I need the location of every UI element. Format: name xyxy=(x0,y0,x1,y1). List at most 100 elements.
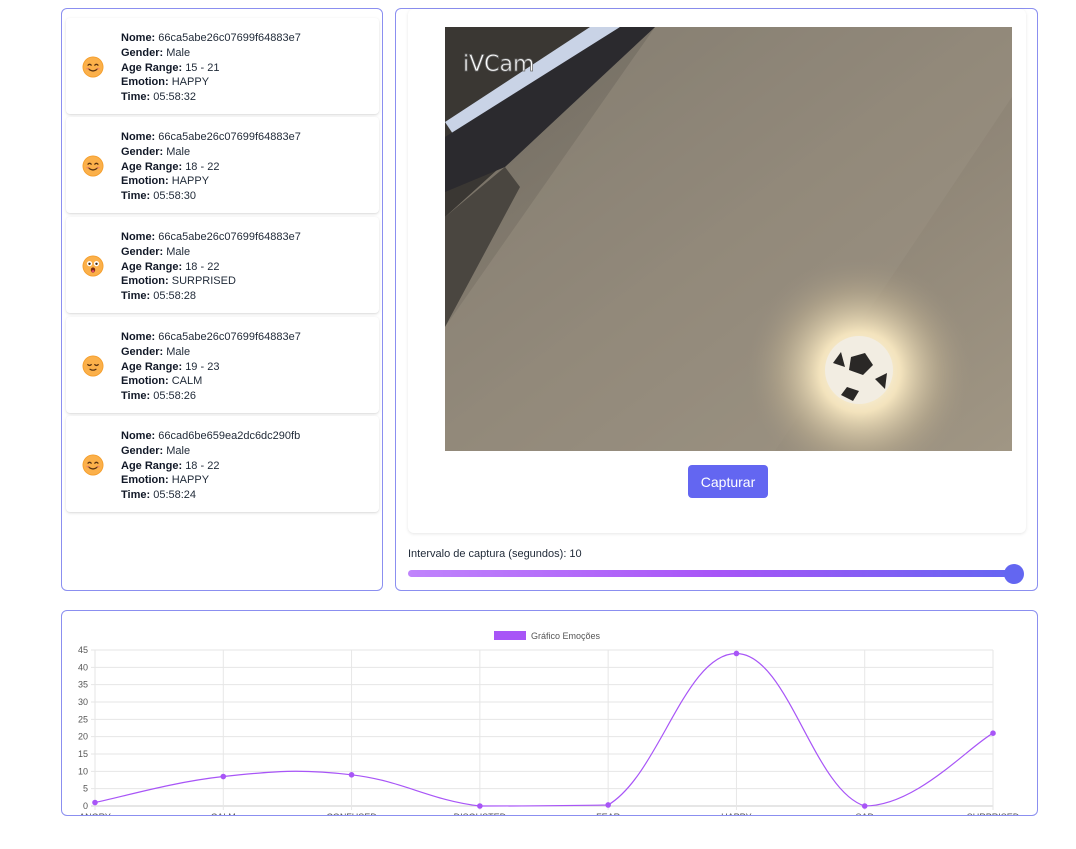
x-tick-label: CONFUSED xyxy=(326,812,377,815)
detection-emotion-label: Emotion: xyxy=(121,275,169,288)
detection-emotion-line: Emotion: CALM xyxy=(121,374,301,389)
y-tick-label: 35 xyxy=(78,680,88,690)
x-tick-label: DISGUSTED xyxy=(454,812,507,815)
detection-emotion-label: Emotion: xyxy=(121,175,169,188)
detection-emotion-line: Emotion: HAPPY xyxy=(121,75,301,90)
detection-age-range-line: Age Range: 19 - 23 xyxy=(121,360,301,375)
detection-emotion-value: HAPPY xyxy=(171,175,210,188)
data-point[interactable] xyxy=(861,803,868,809)
smiling-face-icon xyxy=(82,155,104,177)
detection-time-label: Time: xyxy=(121,91,151,104)
detection-gender-value: Male xyxy=(166,345,191,358)
detection-gender-line: Gender: Male xyxy=(121,245,301,260)
camera-image: iVCam xyxy=(445,27,1012,451)
emotion-chart: 0 5 10 15 20 25 30 35 40 45 ANGRY CALM CONFUSED DISGU… xyxy=(78,631,1020,815)
detection-gender-line: Gender: Male xyxy=(121,145,301,160)
capture-button[interactable]: Capturar xyxy=(688,465,768,498)
detection-time-value: 05:58:28 xyxy=(153,290,197,303)
detection-details: Nome: 66ca5abe26c07699f64883e7 Gender: Ma… xyxy=(121,130,301,204)
detection-gender-line: Gender: Male xyxy=(121,46,301,61)
x-tick-label: SURPRISED xyxy=(967,812,1020,815)
x-tick-label: CALM xyxy=(211,812,236,815)
relieved-face-icon xyxy=(82,355,104,377)
detection-gender-value: Male xyxy=(166,245,191,258)
detection-nome-label: Nome: xyxy=(121,231,156,243)
detection-time-line: Time: 05:58:28 xyxy=(121,289,301,304)
detection-gender-label: Gender: xyxy=(121,46,164,59)
x-tick-label: ANGRY xyxy=(79,812,111,815)
detection-time-value: 05:58:24 xyxy=(153,489,197,502)
legend-label[interactable]: Gráfico Emoções xyxy=(531,631,601,641)
detection-card: Nome: 66ca5abe26c07699f64883e7 Gender: Ma… xyxy=(66,117,379,213)
detection-time-label: Time: xyxy=(121,489,151,502)
detection-nome-label: Nome: xyxy=(121,430,156,442)
interval-label: Intervalo de captura (segundos): 10 xyxy=(408,548,582,560)
detection-nome-line: Nome: 66ca5abe26c07699f64883e7 xyxy=(121,31,301,46)
y-tick-label: 10 xyxy=(78,766,88,776)
legend-swatch[interactable] xyxy=(494,631,526,640)
detection-time-label: Time: xyxy=(121,190,151,203)
x-tick-label: FEAR xyxy=(596,812,621,815)
detection-age-range-value: 15 - 21 xyxy=(185,61,220,74)
smiling-face-icon xyxy=(82,454,104,476)
detection-gender-line: Gender: Male xyxy=(121,444,300,459)
ivcam-watermark: iVCam xyxy=(463,52,534,77)
detection-age-range-value: 18 - 22 xyxy=(185,160,220,173)
detection-nome-value: 66ca5abe26c07699f64883e7 xyxy=(158,231,301,243)
detection-emotion-label: Emotion: xyxy=(121,474,169,487)
detection-emotion-line: Emotion: SURPRISED xyxy=(121,274,301,289)
detection-gender-value: Male xyxy=(166,46,191,59)
data-point[interactable] xyxy=(220,773,227,780)
x-tick-label: SAD xyxy=(855,812,874,815)
detection-age-range-label: Age Range: xyxy=(121,260,183,273)
detections-panel: Nome: 66ca5abe26c07699f64883e7 Gender: Ma… xyxy=(61,8,383,591)
y-tick-label: 0 xyxy=(83,801,88,811)
detection-age-range-label: Age Range: xyxy=(121,61,183,74)
data-point[interactable] xyxy=(92,799,98,806)
detection-time-line: Time: 05:58:26 xyxy=(121,389,301,404)
detection-age-range-label: Age Range: xyxy=(121,160,183,173)
detection-emotion-value: SURPRISED xyxy=(171,275,236,288)
y-tick-label: 5 xyxy=(83,784,88,794)
detection-age-range-line: Age Range: 18 - 22 xyxy=(121,160,301,175)
detection-gender-label: Gender: xyxy=(121,444,164,457)
detection-age-range-label: Age Range: xyxy=(121,459,183,472)
detection-age-range-value: 19 - 23 xyxy=(185,360,220,373)
detection-age-range-line: Age Range: 18 - 22 xyxy=(121,459,300,474)
camera-feed: iVCam xyxy=(445,27,1012,451)
series-line xyxy=(94,652,994,807)
detection-nome-value: 66ca5abe26c07699f64883e7 xyxy=(158,32,301,44)
detection-nome-value: 66ca5abe26c07699f64883e7 xyxy=(158,331,301,343)
detection-time-value: 05:58:26 xyxy=(153,390,197,403)
detection-gender-line: Gender: Male xyxy=(121,345,301,360)
detection-time-line: Time: 05:58:30 xyxy=(121,189,301,204)
detection-emotion-value: HAPPY xyxy=(171,76,210,89)
detection-age-range-line: Age Range: 18 - 22 xyxy=(121,260,301,275)
detection-time-label: Time: xyxy=(121,390,151,403)
detection-gender-value: Male xyxy=(166,145,191,158)
detection-card: Nome: 66ca5abe26c07699f64883e7 Gender: Ma… xyxy=(66,317,379,413)
detection-gender-label: Gender: xyxy=(121,145,164,158)
y-tick-label: 45 xyxy=(78,645,88,655)
detection-gender-label: Gender: xyxy=(121,345,164,358)
data-point[interactable] xyxy=(733,650,740,657)
detection-age-range-value: 18 - 22 xyxy=(185,260,220,273)
data-point[interactable] xyxy=(605,802,611,808)
detection-time-value: 05:58:32 xyxy=(153,91,197,104)
interval-slider-track[interactable] xyxy=(408,570,1020,577)
detection-age-range-label: Age Range: xyxy=(121,360,183,373)
detection-time-line: Time: 05:58:32 xyxy=(121,90,301,105)
detection-details: Nome: 66ca5abe26c07699f64883e7 Gender: Ma… xyxy=(121,330,301,404)
detection-nome-label: Nome: xyxy=(121,131,156,143)
data-point[interactable] xyxy=(990,730,996,736)
interval-slider-thumb[interactable] xyxy=(1004,564,1024,584)
data-point[interactable] xyxy=(348,772,355,778)
detection-emotion-line: Emotion: HAPPY xyxy=(121,174,301,189)
detection-age-range-value: 18 - 22 xyxy=(185,459,220,472)
data-point[interactable] xyxy=(477,803,483,809)
y-tick-label: 20 xyxy=(78,732,88,742)
detection-details: Nome: 66ca5abe26c07699f64883e7 Gender: Ma… xyxy=(121,31,301,105)
detection-nome-line: Nome: 66ca5abe26c07699f64883e7 xyxy=(121,230,301,245)
detection-nome-value: 66ca5abe26c07699f64883e7 xyxy=(158,131,301,143)
detection-card: Nome: 66cad6be659ea2dc6dc290fb Gender: Ma… xyxy=(66,416,379,512)
